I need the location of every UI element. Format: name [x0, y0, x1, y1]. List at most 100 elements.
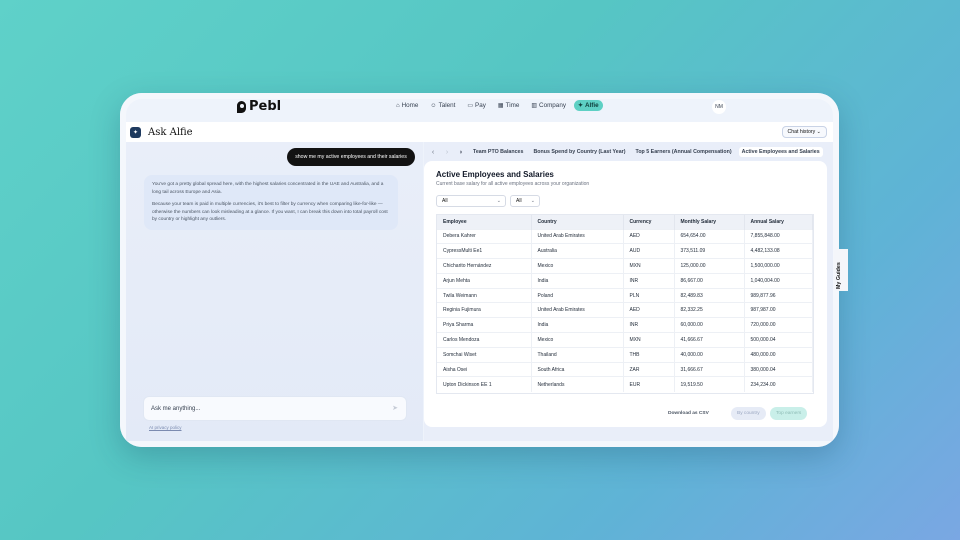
- download-csv-button[interactable]: Download as CSV: [662, 407, 715, 420]
- table-cell: PLN: [623, 287, 675, 303]
- sparkle-icon[interactable]: ✦: [130, 126, 141, 138]
- table-row[interactable]: Arjun Mehta India INR 86,667.00 1,040,004.00: [437, 272, 813, 289]
- table-row[interactable]: Chicharito Hernández Mexico MXN 125,000.00 1…: [437, 258, 813, 274]
- nav-item-talent[interactable]: ☺ Talent: [426, 100, 459, 111]
- pebl-logo-icon: [237, 100, 246, 113]
- tab-0[interactable]: Team PTO Balances: [470, 147, 526, 157]
- table-row[interactable]: Priya Sharma India INR 60,000.00 720,000.00: [437, 317, 813, 333]
- top-earners-button[interactable]: Top earners: [770, 407, 808, 420]
- tab-3[interactable]: Active Employees and Salaries: [738, 147, 823, 157]
- table-cell: 125,000.00: [674, 258, 745, 274]
- table-cell: Upton Dickinson EE 1: [437, 376, 532, 392]
- send-icon[interactable]: ➤: [392, 404, 398, 412]
- results-panel: ‹ › ◗ Team PTO Balances Bonus Spend by Co…: [424, 142, 833, 441]
- table-row[interactable]: Twila Weimann Poland PLN 82,489.83 989,877.9…: [437, 287, 813, 303]
- table-cell: United Arab Emirates: [531, 228, 624, 244]
- nav-item-label: Home: [401, 102, 419, 109]
- table-cell: 1,040,004.00: [744, 272, 813, 289]
- filter-select-2[interactable]: All ⌄: [510, 195, 540, 207]
- nav-item-label: Talent: [438, 102, 456, 109]
- table-body: Debera Kahrer United Arab Emirates AED 654,…: [437, 228, 813, 392]
- chevron-left-icon[interactable]: ‹: [428, 149, 438, 156]
- chevron-right-icon[interactable]: ›: [442, 149, 452, 156]
- nav-item-alfie[interactable]: ✦ Alfie: [573, 100, 603, 111]
- table-cell: 500,000.04: [744, 332, 813, 348]
- app-window: Pebl ⌂ Home ☺ Talent ▭ Pay ▦ Time ▥ Company ✦ Alfie…: [120, 93, 839, 447]
- table-cell: 480,000.00: [744, 346, 813, 363]
- chat-history-label: Chat history: [787, 129, 816, 135]
- table-cell: Priya Sharma: [437, 317, 532, 333]
- table-header-row: Employee Country Currency Monthly Salary Ann…: [437, 215, 813, 229]
- chat-history-button[interactable]: Chat history ⌄: [781, 126, 827, 138]
- by-country-button[interactable]: By country: [731, 407, 766, 420]
- nav-item-home[interactable]: ⌂ Home: [392, 100, 422, 111]
- results-card: Active Employees and Salaries Current ba…: [424, 161, 827, 427]
- person-icon: ☺: [430, 102, 437, 109]
- tab-2[interactable]: Top 5 Earners (Annual Compensation): [632, 147, 734, 157]
- table-cell: ZAR: [623, 361, 675, 377]
- chevron-down-icon: ⌄: [496, 198, 501, 204]
- table-cell: Arjun Mehta: [437, 272, 532, 289]
- chevron-down-icon: ⌄: [816, 129, 821, 135]
- my-guides-label: My Guides: [836, 262, 842, 289]
- avatar[interactable]: NM: [712, 100, 726, 114]
- table-row[interactable]: Upton Dickinson EE 1 Netherlands EUR 19,519…: [437, 376, 813, 392]
- column-header[interactable]: Annual Salary: [744, 215, 813, 229]
- table-row[interactable]: Somchai Wiset Thailand THB 40,000.00 480,000…: [437, 346, 813, 363]
- column-header[interactable]: Currency: [623, 215, 675, 229]
- table-cell: 40,000.00: [674, 346, 745, 363]
- my-guides-tab[interactable]: My Guides: [834, 249, 848, 291]
- nav-item-company[interactable]: ▥ Company: [527, 100, 570, 111]
- table-cell: Aisha Osei: [437, 361, 532, 377]
- nav-item-time[interactable]: ▦ Time: [494, 100, 523, 111]
- table-cell: Twila Weimann: [437, 287, 532, 303]
- column-header[interactable]: Country: [531, 215, 624, 229]
- nav-item-label: Pay: [475, 102, 486, 109]
- assistant-paragraph: You've got a pretty global spread here, …: [152, 182, 384, 195]
- nav-items: ⌂ Home ☺ Talent ▭ Pay ▦ Time ▥ Company ✦ Alfie: [392, 100, 603, 111]
- home-icon: ⌂: [396, 102, 400, 109]
- table-cell: India: [531, 272, 624, 289]
- chat-input[interactable]: Ask me anything... ➤: [143, 396, 407, 421]
- card-title: Active Employees and Salaries: [436, 170, 554, 179]
- table-cell: United Arab Emirates: [531, 302, 624, 318]
- chat-input-placeholder: Ask me anything...: [151, 405, 201, 412]
- building-icon: ▥: [531, 103, 538, 109]
- table-cell: EUR: [623, 376, 675, 392]
- filter-select-1[interactable]: All ⌄: [436, 195, 506, 207]
- brand-name: Pebl: [249, 99, 282, 114]
- ask-alfie-header: ✦ Ask Alfie Chat history ⌄: [126, 122, 833, 142]
- table-cell: India: [531, 317, 624, 333]
- sparkle-icon: ✦: [577, 103, 583, 109]
- nav-item-label: Time: [505, 102, 520, 109]
- nav-item-label: Alfie: [585, 102, 599, 109]
- table-cell: INR: [623, 317, 675, 333]
- table-cell: 41,666.67: [674, 332, 745, 348]
- user-message: show me my active employees and their sa…: [287, 148, 415, 166]
- tab-1[interactable]: Bonus Spend by Country (Last Year): [530, 147, 628, 157]
- table-cell: MXN: [623, 258, 675, 274]
- table-cell: 7,855,848.00: [744, 228, 813, 244]
- table-cell: MXN: [623, 332, 675, 348]
- table-row[interactable]: Carlos Mendoza Mexico MXN 41,666.67 500,000.…: [437, 332, 813, 348]
- table-cell: CypressMulti Ee1: [437, 243, 532, 259]
- brand-logo[interactable]: Pebl: [237, 99, 281, 114]
- table-cell: 234,234.00: [744, 376, 813, 392]
- table-cell: South Africa: [531, 361, 624, 377]
- table-row[interactable]: Aisha Osei South Africa ZAR 31,666.67 380,00…: [437, 361, 813, 377]
- employees-table-container[interactable]: Employee Country Currency Monthly Salary Ann…: [436, 214, 814, 394]
- table-cell: THB: [623, 346, 675, 363]
- tab-overflow-icon[interactable]: ◗: [456, 149, 466, 156]
- chat-panel: show me my active employees and their sa…: [126, 142, 423, 441]
- privacy-policy-link[interactable]: AI privacy policy: [149, 425, 182, 430]
- filter-value: All: [516, 198, 522, 204]
- nav-item-pay[interactable]: ▭ Pay: [463, 100, 490, 111]
- table-row[interactable]: Debera Kahrer United Arab Emirates AED 654,…: [437, 228, 813, 244]
- table-row[interactable]: Reginia Fujimura United Arab Emirates AED 8…: [437, 302, 813, 318]
- column-header[interactable]: Employee: [437, 215, 532, 229]
- table-cell: 373,511.09: [674, 243, 745, 259]
- employees-table: Employee Country Currency Monthly Salary Ann…: [437, 215, 813, 392]
- column-header[interactable]: Monthly Salary: [674, 215, 745, 229]
- table-cell: Carlos Mendoza: [437, 332, 532, 348]
- table-row[interactable]: CypressMulti Ee1 Australia AUD 373,511.09 4,…: [437, 243, 813, 259]
